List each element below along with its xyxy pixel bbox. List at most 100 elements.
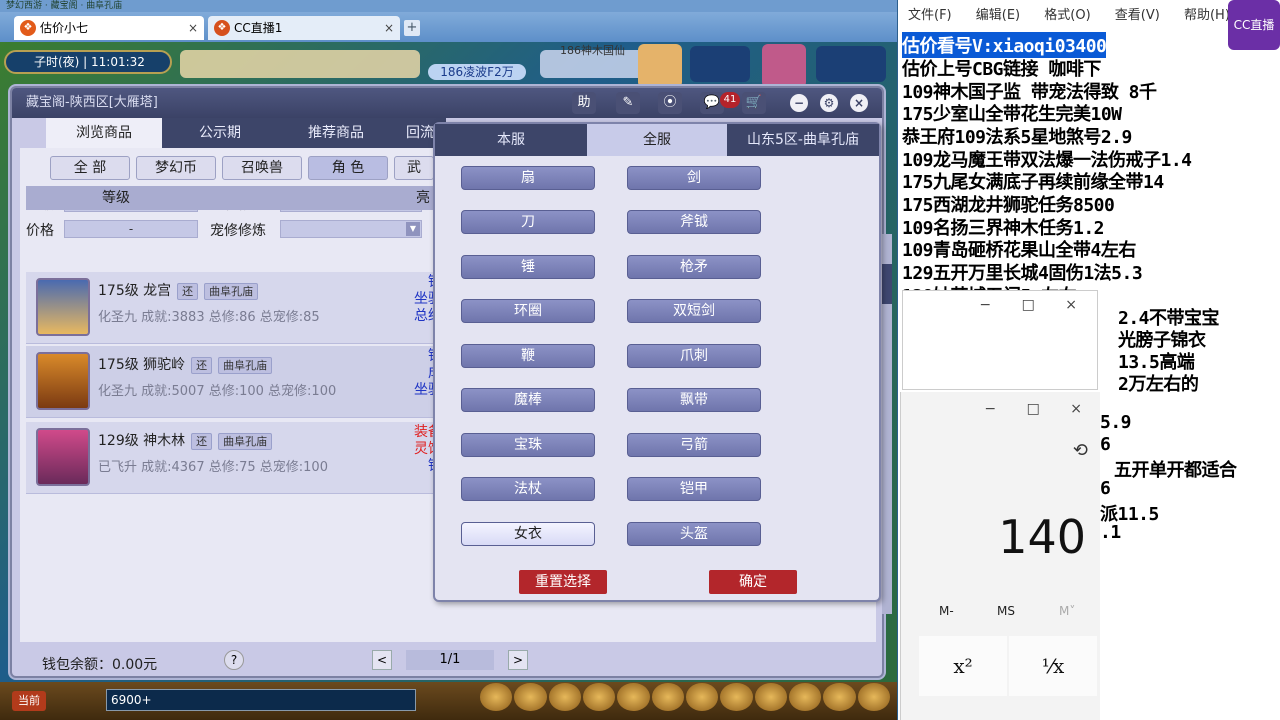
close-tab-icon[interactable]: ×: [188, 16, 198, 40]
close-icon[interactable]: ×: [850, 94, 868, 112]
tab-cc-live[interactable]: ❖ CC直播1 ×: [208, 16, 400, 40]
new-tab-button[interactable]: +: [404, 20, 420, 36]
category-pet[interactable]: 召唤兽: [222, 156, 302, 180]
menu-format[interactable]: 格式(O): [1044, 8, 1090, 23]
maximize-icon[interactable]: □: [1022, 297, 1035, 313]
category-character[interactable]: 角 色: [308, 156, 388, 180]
tab-publicity[interactable]: 公示期: [162, 118, 278, 148]
maximize-icon[interactable]: □: [1027, 401, 1040, 417]
shortcut-icon[interactable]: [617, 683, 650, 711]
confirm-button[interactable]: 确定: [709, 570, 797, 594]
memory-store-button[interactable]: MS: [997, 604, 1015, 618]
minimize-icon[interactable]: −: [790, 94, 808, 112]
column-level[interactable]: 等级: [102, 186, 130, 210]
menu-edit[interactable]: 编辑(E): [976, 8, 1020, 23]
close-icon[interactable]: ×: [1065, 297, 1077, 313]
scrollbar-thumb[interactable]: [882, 264, 892, 304]
shortcut-icon[interactable]: [548, 683, 581, 711]
shortcut-icon[interactable]: [685, 683, 719, 711]
category-weapon[interactable]: 武: [394, 156, 434, 180]
option-armor[interactable]: 铠甲: [627, 477, 761, 501]
option-staff[interactable]: 法杖: [461, 477, 595, 501]
close-tab-icon[interactable]: ×: [384, 16, 394, 40]
table-row[interactable]: 175级 龙宫还曲阜孔庙 化圣九 成就:3883 总修:86 总宠修:85 锦衣…: [26, 272, 456, 344]
pet-cultivate-select[interactable]: ▼: [280, 220, 422, 238]
status-badge: 还: [191, 432, 213, 450]
shortcut-icon[interactable]: [720, 683, 753, 711]
shortcut-icon[interactable]: [788, 683, 822, 711]
tab-all-servers[interactable]: 全服: [587, 124, 727, 156]
column-highlight[interactable]: 亮: [416, 186, 430, 210]
shortcut-icon[interactable]: [480, 683, 513, 711]
menu-view[interactable]: 查看(V): [1115, 8, 1160, 23]
row-stats: 化圣九 成就:5007 总修:100 总宠修:100: [98, 384, 337, 399]
option-spear[interactable]: 枪矛: [627, 255, 761, 279]
memory-list-button[interactable]: M˅: [1059, 604, 1075, 618]
table-row[interactable]: 175级 狮驼岭还曲阜孔庙 化圣九 成就:5007 总修:100 总宠修:100…: [26, 346, 456, 418]
table-row[interactable]: 129级 神木林还曲阜孔庙 已飞升 成就:4367 总修:75 总宠修:100 …: [26, 422, 456, 494]
minimize-icon[interactable]: −: [984, 401, 996, 417]
tab-guess-price[interactable]: ❖ 估价小七 ×: [14, 16, 204, 40]
browser-tabstrip: 梦幻西游 · 藏宝阁 · 曲阜孔庙 ❖ 估价小七 × ❖ CC直播1 × +: [0, 0, 897, 42]
reciprocal-button[interactable]: ¹⁄x: [1009, 636, 1097, 696]
help-button[interactable]: ?: [224, 650, 244, 670]
option-wand[interactable]: 魔棒: [461, 388, 595, 412]
edit-icon[interactable]: ✎: [616, 92, 640, 114]
option-ribbon[interactable]: 飘带: [627, 388, 761, 412]
shortcut-icon[interactable]: [823, 683, 856, 711]
option-claw[interactable]: 爪刺: [627, 344, 761, 368]
tab-browse[interactable]: 浏览商品: [46, 118, 162, 148]
tab-this-server[interactable]: 本服: [435, 124, 587, 156]
record-icon[interactable]: ⦿: [658, 92, 682, 114]
server-badge: 曲阜孔庙: [218, 356, 273, 374]
tab-recommend[interactable]: 推荐商品: [278, 118, 394, 148]
settings-icon[interactable]: ⚙: [820, 94, 838, 112]
option-hammer[interactable]: 锤: [461, 255, 595, 279]
reset-button[interactable]: 重置选择: [519, 570, 607, 594]
square-button[interactable]: x²: [919, 636, 1007, 696]
history-icon[interactable]: ⟲: [1073, 440, 1088, 461]
option-bow[interactable]: 弓箭: [627, 433, 761, 457]
calculator-display: 140: [998, 510, 1086, 564]
next-page-button[interactable]: >: [508, 650, 528, 670]
text-line[interactable]: 6: [1100, 434, 1111, 455]
menu-help[interactable]: 帮助(H): [1184, 8, 1230, 23]
text-line[interactable]: 2万左右的: [1118, 370, 1199, 396]
text-line[interactable]: 五开单开都适合: [1114, 456, 1237, 482]
current-channel-button[interactable]: 当前: [12, 691, 46, 711]
close-icon[interactable]: ×: [1070, 401, 1082, 417]
option-helmet[interactable]: 头盔: [627, 522, 761, 546]
option-orb[interactable]: 宝珠: [461, 433, 595, 457]
tab-server-select[interactable]: 山东5区-曲阜孔庙: [727, 124, 879, 156]
option-ring[interactable]: 环圈: [461, 299, 595, 323]
text-line[interactable]: .1: [1100, 522, 1121, 543]
text-line[interactable]: 6: [1100, 478, 1111, 499]
shortcut-icon[interactable]: [754, 683, 787, 711]
cart-icon[interactable]: 🛒: [742, 92, 766, 114]
option-whip[interactable]: 鞭: [461, 344, 595, 368]
text-line[interactable]: 5.9: [1100, 412, 1132, 433]
help-icon[interactable]: 助: [572, 92, 596, 114]
shortcut-icon[interactable]: [514, 683, 547, 711]
memory-minus-button[interactable]: M-: [939, 604, 954, 618]
prev-page-button[interactable]: <: [372, 650, 392, 670]
tab-label: CC直播1: [234, 21, 283, 35]
option-blade[interactable]: 刀: [461, 210, 595, 234]
chat-input[interactable]: 6900+: [106, 689, 416, 711]
game-icon: ❖: [20, 20, 36, 36]
shortcut-icon[interactable]: [651, 683, 684, 711]
wallet-balance: 钱包余额：0.00元: [42, 657, 158, 673]
option-dual-swords[interactable]: 双短剑: [627, 299, 761, 323]
status-badge: 还: [177, 282, 199, 300]
menu-file[interactable]: 文件(F): [908, 8, 952, 23]
option-sword[interactable]: 剑: [627, 166, 761, 190]
option-axe[interactable]: 斧钺: [627, 210, 761, 234]
category-all[interactable]: 全 部: [50, 156, 130, 180]
price-field[interactable]: -: [64, 220, 198, 238]
option-fan[interactable]: 扇: [461, 166, 595, 190]
shortcut-icon[interactable]: [857, 683, 890, 711]
option-female-robe[interactable]: 女衣: [461, 522, 595, 546]
shortcut-icon[interactable]: [582, 683, 616, 711]
category-currency[interactable]: 梦幻币: [136, 156, 216, 180]
minimize-icon[interactable]: −: [979, 297, 991, 313]
